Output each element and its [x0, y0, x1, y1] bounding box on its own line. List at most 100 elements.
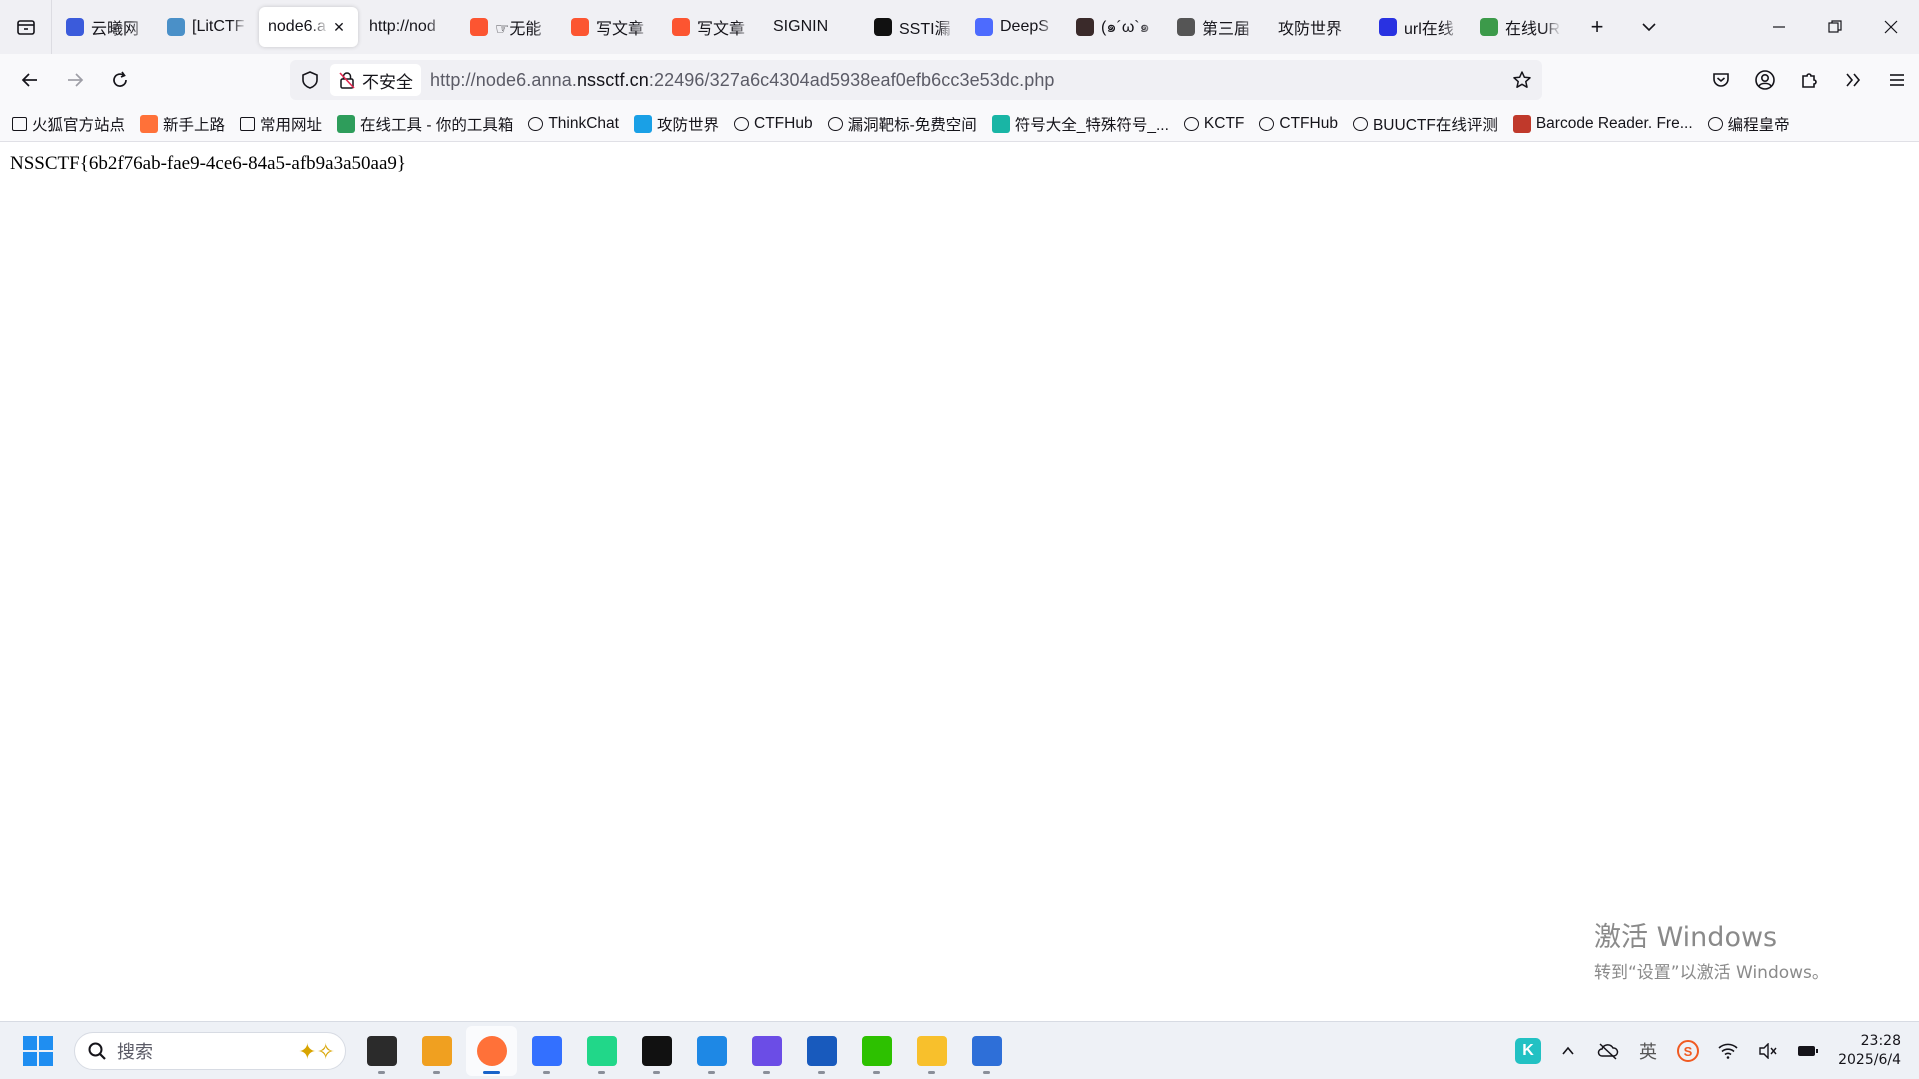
bookmark-label: 攻防世界 [656, 116, 719, 134]
bookmark-item[interactable]: ThinkChat [528, 115, 619, 133]
browser-tab[interactable]: http://nod [360, 7, 459, 47]
taskbar-app-button[interactable] [741, 1026, 792, 1076]
taskbar-app-button[interactable] [576, 1026, 627, 1076]
bookmark-item[interactable]: 新手上路 [140, 113, 225, 135]
bookmark-item[interactable]: 攻防世界 [633, 113, 719, 135]
browser-tab[interactable]: 在线UR [1471, 7, 1570, 47]
account-button[interactable] [1743, 60, 1787, 100]
bookmark-label: Barcode Reader. Fre... [1535, 114, 1693, 132]
taskbar-search-box[interactable]: 搜索 ✦✧ [74, 1032, 346, 1070]
tab-label: node6.a [268, 18, 326, 35]
bookmark-item[interactable]: Barcode Reader. Fre... [1512, 114, 1693, 133]
tab-label: 第三届 [1202, 21, 1251, 38]
globe-icon [1707, 116, 1723, 131]
taskbar-app-button[interactable] [961, 1026, 1012, 1076]
url-text[interactable]: http://node6.anna.nssctf.cn:22496/327a6c… [430, 70, 1055, 91]
deepseek-icon [975, 18, 993, 36]
bookmark-item[interactable]: BUUCTF在线评测 [1352, 113, 1498, 135]
bookmark-item[interactable]: CTFHub [1259, 115, 1338, 133]
taskbar-clock[interactable]: 23:28 2025/6/4 [1838, 1032, 1901, 1070]
browser-tab[interactable]: SIGNIN [764, 7, 863, 47]
browser-tab[interactable]: (๑´ω`๑ [1067, 7, 1166, 47]
bookmark-item[interactable]: 符号大全_特殊符号_... [991, 113, 1169, 135]
bookmark-star-button[interactable] [1510, 68, 1534, 92]
pocket-button[interactable] [1699, 60, 1743, 100]
taskbar-app-button[interactable] [356, 1026, 407, 1076]
bookmark-label: 常用网址 [260, 116, 323, 134]
browser-tab[interactable]: ☞无能 [461, 7, 560, 47]
tray-app-k-icon[interactable]: K [1508, 1034, 1548, 1068]
taskbar-app-button[interactable] [906, 1026, 957, 1076]
start-button[interactable] [22, 1035, 54, 1067]
taskbar-app-button[interactable] [521, 1026, 572, 1076]
close-tab-icon[interactable]: ✕ [329, 17, 349, 37]
browser-tab[interactable]: url在线 [1370, 7, 1469, 47]
taskbar-app-button[interactable] [851, 1026, 902, 1076]
bookmarks-toolbar: 火狐官方站点 新手上路 常用网址 在线工具 - 你的工具箱 ThinkChat 攻防世界 C… [0, 106, 1919, 142]
pycharm-icon [586, 1036, 617, 1066]
restore-button[interactable] [1807, 0, 1863, 54]
new-tab-button[interactable]: + [1571, 0, 1623, 54]
ime-icon[interactable]: 英 [1628, 1034, 1668, 1068]
close-window-button[interactable] [1863, 0, 1919, 54]
system-tray: K 英 S [1508, 1032, 1828, 1070]
bookmark-item[interactable]: 常用网址 [240, 113, 322, 135]
sogou-icon[interactable]: S [1668, 1034, 1708, 1068]
tab-label: 在线UR [1505, 21, 1561, 38]
task-view-icon [366, 1036, 397, 1066]
barcode-icon [1512, 114, 1531, 133]
battery-icon[interactable] [1788, 1034, 1828, 1068]
browser-tab[interactable]: 第三届 [1168, 7, 1267, 47]
windows-taskbar: 搜索 ✦✧ K 英 S 23:28 2025/6/4 [0, 1021, 1919, 1079]
taskbar-app-button[interactable] [466, 1026, 517, 1076]
onedrive-offline-icon[interactable] [1588, 1034, 1628, 1068]
browser-tab[interactable]: 攻防世界 [1269, 7, 1368, 47]
app-menu-button[interactable] [1875, 60, 1919, 100]
baidu-icon [1379, 18, 1397, 36]
adworld-icon [633, 114, 652, 133]
taskbar-app-button[interactable] [686, 1026, 737, 1076]
more-tools-button[interactable] [1831, 60, 1875, 100]
browser-tab[interactable]: 写文章 [562, 7, 661, 47]
taskbar-app-button[interactable] [631, 1026, 682, 1076]
bookmark-label: CTFHub [1279, 114, 1338, 132]
browser-tab[interactable]: [LitCTF [158, 7, 257, 47]
page-content: NSSCTF{6b2f76ab-fae9-4ce6-84a5-afb9a3a50… [0, 143, 1919, 1021]
bookmark-item[interactable]: 编程皇帝 [1707, 113, 1790, 135]
browser-tab[interactable]: DeepS [966, 7, 1065, 47]
folder-icon [240, 116, 256, 131]
bookmark-item[interactable]: KCTF [1183, 115, 1244, 133]
bookmark-item[interactable]: 在线工具 - 你的工具箱 [337, 113, 513, 135]
bookmark-label: CTFHub [754, 114, 813, 132]
browser-tab[interactable]: 云曦网 [57, 7, 156, 47]
tracking-protection-button[interactable] [292, 70, 328, 90]
taskbar-app-button[interactable] [411, 1026, 462, 1076]
back-button[interactable] [8, 60, 52, 100]
bookmark-item[interactable]: 漏洞靶标-免费空间 [827, 113, 977, 135]
tab-label: http://nod [369, 18, 436, 35]
browser-tab[interactable]: node6.a ✕ [259, 7, 358, 47]
connection-not-secure-button[interactable]: 不安全 [330, 64, 421, 96]
extensions-button[interactable] [1787, 60, 1831, 100]
browser-tab[interactable]: SSTI漏 [865, 7, 964, 47]
volume-muted-icon[interactable] [1748, 1034, 1788, 1068]
minimize-button[interactable] [1751, 0, 1807, 54]
wifi-icon[interactable] [1708, 1034, 1748, 1068]
arrow-left-icon [21, 73, 37, 87]
vpn-icon [971, 1036, 1002, 1066]
list-all-tabs-button[interactable] [1623, 0, 1675, 54]
browser-tab[interactable]: 写文章 [663, 7, 762, 47]
sparkle-icon: ✦✧ [298, 1039, 335, 1064]
tab-label: 攻防世界 [1278, 21, 1343, 38]
snowflake-icon [1183, 116, 1199, 131]
tab-label: ☞无能 [495, 21, 542, 38]
address-bar[interactable]: 不安全 http://node6.anna.nssctf.cn:22496/32… [290, 60, 1542, 100]
bookmark-item[interactable]: CTFHub [734, 115, 813, 133]
taskbar-app-button[interactable] [796, 1026, 847, 1076]
reload-button[interactable] [98, 60, 142, 100]
forward-button[interactable] [53, 60, 97, 100]
bookmark-item[interactable]: 火狐官方站点 [12, 113, 125, 135]
plus-icon: + [1590, 14, 1604, 39]
firefox-view-button[interactable] [0, 0, 52, 54]
show-hidden-icons-chevron-icon[interactable] [1548, 1034, 1588, 1068]
